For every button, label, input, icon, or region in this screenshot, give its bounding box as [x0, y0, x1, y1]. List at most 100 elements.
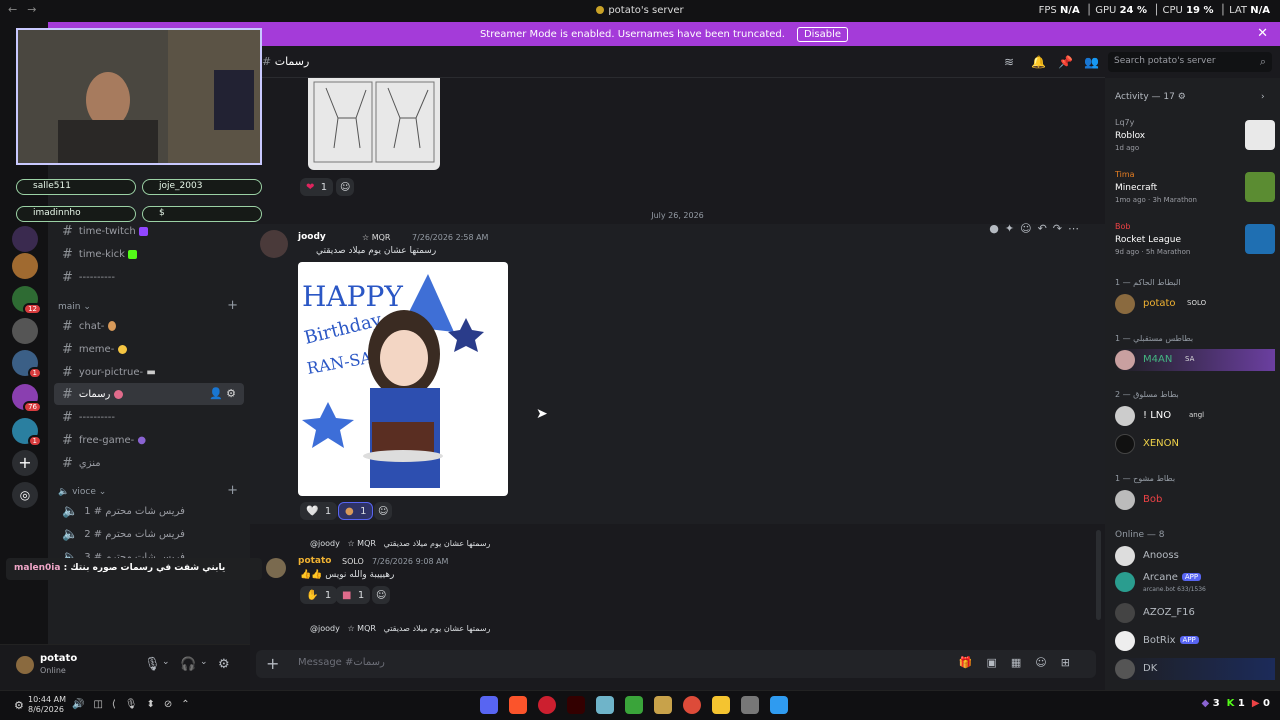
windows-icon[interactable]: [770, 696, 788, 714]
disable-button[interactable]: Disable: [796, 26, 849, 42]
channel-time-twitch[interactable]: # time-twitch: [54, 220, 244, 242]
members-icon[interactable]: 👥: [1084, 55, 1099, 69]
discover-icon[interactable]: ◎: [12, 482, 38, 508]
channel-time-kick[interactable]: # time-kick: [54, 243, 244, 265]
overlay-pill: joje_2003: [142, 179, 262, 195]
add-reaction-button[interactable]: ☺: [374, 502, 393, 520]
channel-your-pictrue[interactable]: # your-pictrue- ▬: [54, 361, 244, 383]
user-name[interactable]: potato: [40, 653, 77, 664]
bell-icon[interactable]: 🔔: [1031, 55, 1046, 69]
reply-reference[interactable]: @joody ☆ MQR رسمتها عشان يوم ميلاد صديقت…: [310, 539, 490, 548]
activity-card[interactable]: Bob Rocket League 9d ago · 5h Marathon: [1115, 222, 1275, 270]
store-icon[interactable]: [654, 696, 672, 714]
channel-chat[interactable]: # chat-: [54, 315, 244, 337]
server-icon[interactable]: 76: [12, 384, 42, 413]
category-main[interactable]: main ⌄: [58, 302, 91, 312]
server-icon[interactable]: 1: [12, 418, 42, 447]
chrome-icon[interactable]: [683, 696, 701, 714]
channel-free-game[interactable]: # free-game- ●: [54, 429, 244, 451]
channel-label: ----------: [78, 271, 115, 283]
search-input[interactable]: Search potato's server ⌕: [1108, 52, 1272, 72]
avatar[interactable]: [260, 230, 288, 258]
add-channel-icon[interactable]: +: [227, 483, 238, 498]
member-item[interactable]: AZOZ_F16: [1115, 602, 1275, 624]
member-item[interactable]: BotRix APP: [1115, 630, 1275, 652]
reaction-heart[interactable]: ❤ 1: [300, 178, 334, 196]
message-author[interactable]: joody: [298, 232, 326, 242]
member-group-title: Online — 8: [1115, 530, 1165, 540]
scrollbar[interactable]: [1096, 530, 1101, 620]
member-item[interactable]: Arcane APP arcane.bot 633/1536: [1115, 571, 1275, 593]
message-author[interactable]: potato: [298, 556, 332, 566]
member-item[interactable]: potato SOLO: [1115, 293, 1275, 315]
reaction-image[interactable]: ■ 1: [336, 586, 371, 604]
kick-icon: [128, 249, 138, 259]
brave-icon[interactable]: [509, 696, 527, 714]
member-item[interactable]: M4AN SA: [1115, 349, 1275, 371]
attachment-image[interactable]: HAPPY Birthday RAN-SAN: [298, 262, 508, 496]
category-voice[interactable]: 🔈 vioce ⌄: [58, 487, 106, 497]
member-tag: SOLO: [1187, 299, 1207, 307]
member-item[interactable]: Bob: [1115, 489, 1275, 511]
activity-card[interactable]: Tima Minecraft 1mo ago · 3h Marathon: [1115, 170, 1275, 218]
message-text: 👍👍 رهيييبة والله نويس: [300, 570, 394, 580]
reply-reference[interactable]: @joody ☆ MQR رسمتها عشان يوم ميلاد صديقت…: [310, 624, 490, 633]
server-icon[interactable]: 12: [12, 286, 42, 315]
folder-icon[interactable]: [712, 696, 730, 714]
reaction-white-heart[interactable]: 🤍 1: [300, 502, 338, 520]
channel-other[interactable]: # منزي: [54, 452, 244, 474]
app-icon[interactable]: [596, 696, 614, 714]
headphones-icon[interactable]: 🎧: [180, 657, 196, 672]
add-attachment-icon[interactable]: +: [266, 654, 279, 673]
avatar[interactable]: [16, 656, 34, 674]
message-actions[interactable]: ●✦☺↶↷⋯: [989, 222, 1085, 235]
voice-channel-1[interactable]: 🔈 1 # فريس شات محترم: [54, 500, 244, 522]
add-reaction-button[interactable]: ☺: [372, 586, 391, 604]
server-icon[interactable]: [12, 253, 38, 279]
pin-icon[interactable]: 📌: [1058, 55, 1073, 69]
gear-icon[interactable]: ⚙: [218, 657, 230, 672]
reaction-potato[interactable]: ● 1: [338, 502, 374, 520]
avatar[interactable]: [266, 558, 286, 578]
chevron-down-icon[interactable]: ⌄: [162, 657, 170, 667]
tray-counters[interactable]: ◆ 3 K 1 ▶ 0: [1202, 698, 1270, 709]
server-icon[interactable]: 1: [12, 350, 42, 379]
emoji-add-icon: ☺: [376, 589, 387, 601]
channel-meme[interactable]: # meme-: [54, 338, 244, 360]
server-icon[interactable]: [12, 226, 38, 252]
attachment-image[interactable]: [308, 78, 440, 170]
illustrator-icon[interactable]: [567, 696, 585, 714]
minecraft-icon[interactable]: [625, 696, 643, 714]
member-item[interactable]: DK: [1115, 658, 1275, 680]
composer-tools[interactable]: 🎁▣▦☺⊞: [959, 656, 1084, 669]
opera-icon[interactable]: [538, 696, 556, 714]
member-item[interactable]: ! LNO angl: [1115, 405, 1275, 427]
tray-icons[interactable]: 🔊◫⟨🎙⬍⊘⌃: [72, 699, 199, 710]
channel-divider[interactable]: # ----------: [54, 266, 244, 288]
member-item[interactable]: Anooss: [1115, 545, 1275, 567]
app-icon[interactable]: [741, 696, 759, 714]
member-item[interactable]: XENON: [1115, 433, 1275, 455]
category-label: vioce: [72, 487, 96, 497]
channel-label: 1 # فريس شات محترم: [84, 505, 185, 517]
server-icon[interactable]: [12, 318, 38, 344]
discord-icon[interactable]: [480, 696, 498, 714]
clock-time: 10:44 AM: [28, 695, 66, 704]
activity-card[interactable]: Lq7y Roblox 1d ago: [1115, 118, 1275, 166]
reaction-pray[interactable]: ✋ 1: [300, 586, 338, 604]
channel-settings-icons[interactable]: 👤 ⚙: [209, 387, 236, 400]
chevron-down-icon[interactable]: ⌄: [200, 657, 208, 667]
settings-icon[interactable]: ⚙: [14, 699, 24, 712]
add-reaction-button[interactable]: ☺: [336, 178, 355, 196]
add-server-icon[interactable]: +: [12, 450, 38, 476]
activity-header[interactable]: Activity — 17 ⚙ ›: [1115, 92, 1265, 102]
threads-icon[interactable]: ≋: [1004, 55, 1014, 69]
channel-drawings[interactable]: # رسمات 👤 ⚙: [54, 383, 244, 405]
voice-channel-2[interactable]: 🔈 2 # فريس شات محترم: [54, 523, 244, 545]
mic-icon[interactable]: 🎙: [144, 657, 161, 672]
message-composer[interactable]: + Message #رسمات 🎁▣▦☺⊞: [256, 650, 1096, 678]
add-channel-icon[interactable]: +: [227, 298, 238, 313]
overlay-text: يابني شفت في رسمات صوره بنتك: [70, 563, 226, 573]
channel-divider[interactable]: # ----------: [54, 406, 244, 428]
close-icon[interactable]: ✕: [1257, 26, 1268, 41]
